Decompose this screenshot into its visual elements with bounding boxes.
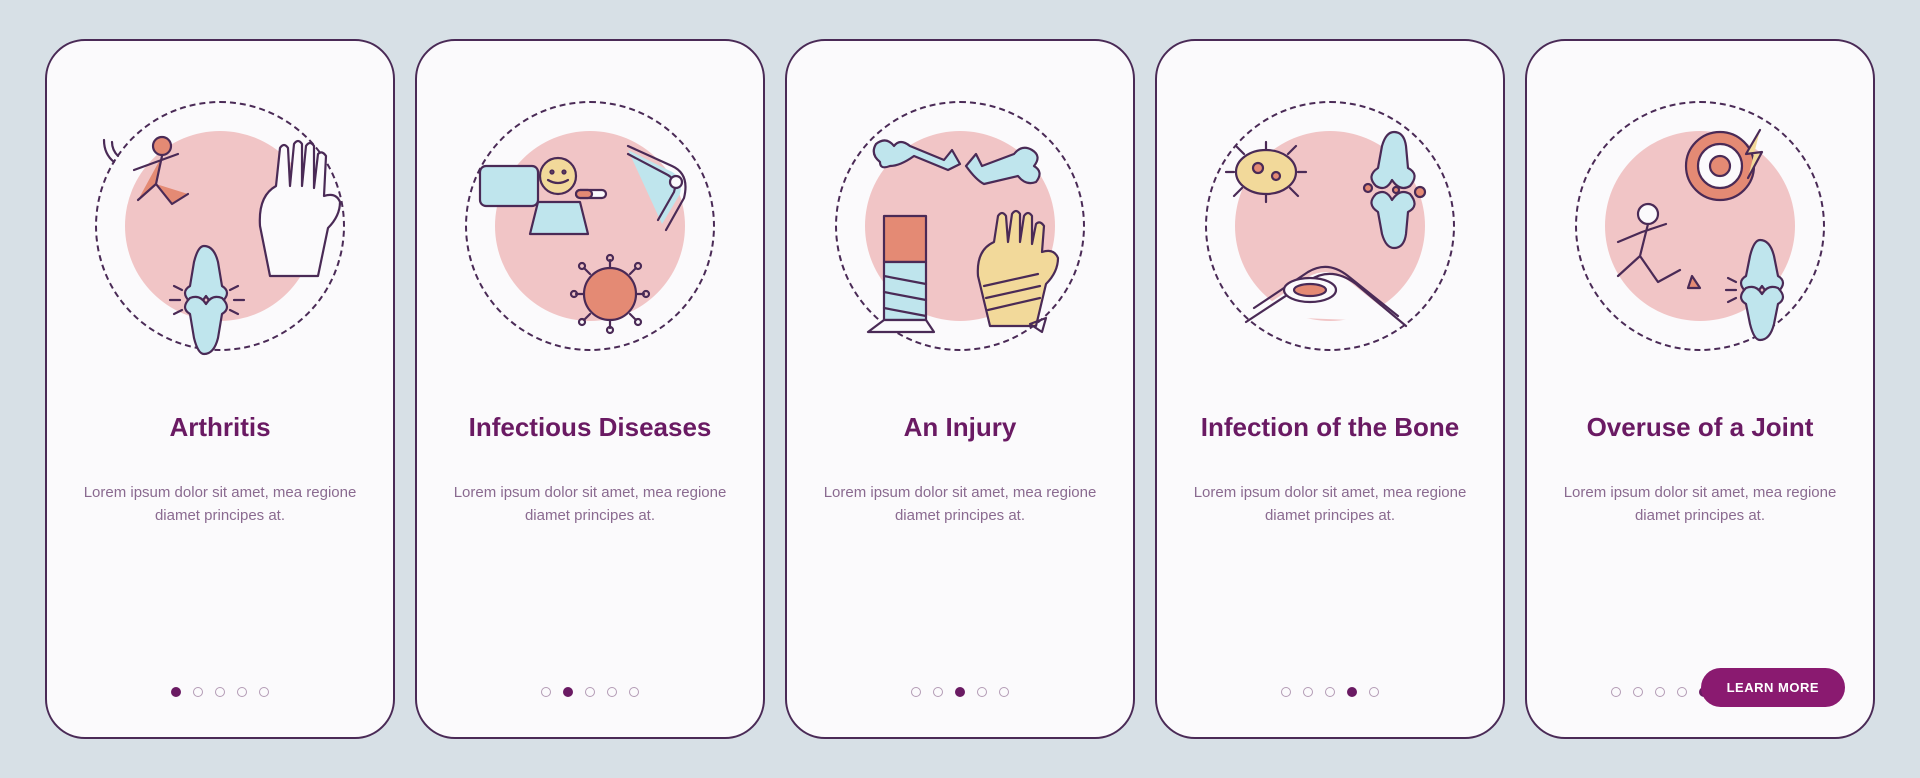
dot-3[interactable] — [215, 687, 225, 697]
dot-4[interactable] — [1347, 687, 1357, 697]
card-desc: Lorem ipsum dolor sit amet, mea regione … — [445, 481, 735, 528]
dot-2[interactable] — [1303, 687, 1313, 697]
onboarding-card-bone-infection: Infection of the Bone Lorem ipsum dolor … — [1155, 39, 1505, 739]
infectious-icon — [460, 96, 720, 356]
overuse-icon — [1570, 96, 1830, 356]
dot-2[interactable] — [193, 687, 203, 697]
progress-dots — [171, 687, 269, 697]
illustration-injury — [825, 91, 1095, 361]
dot-3[interactable] — [955, 687, 965, 697]
card-title: Infection of the Bone — [1191, 391, 1470, 463]
card-title: Arthritis — [159, 391, 280, 463]
dot-4[interactable] — [1677, 687, 1687, 697]
dot-2[interactable] — [563, 687, 573, 697]
dot-4[interactable] — [977, 687, 987, 697]
dot-5[interactable] — [259, 687, 269, 697]
dot-3[interactable] — [585, 687, 595, 697]
dot-2[interactable] — [1633, 687, 1643, 697]
dot-3[interactable] — [1325, 687, 1335, 697]
dot-1[interactable] — [1611, 687, 1621, 697]
progress-dots — [1281, 687, 1379, 697]
onboarding-card-infectious: Infectious Diseases Lorem ipsum dolor si… — [415, 39, 765, 739]
card-title: Overuse of a Joint — [1577, 391, 1824, 463]
arthritis-icon — [90, 96, 350, 356]
progress-dots — [911, 687, 1009, 697]
learn-more-button[interactable]: LEARN MORE — [1701, 668, 1845, 707]
card-desc: Lorem ipsum dolor sit amet, mea regione … — [1185, 481, 1475, 528]
injury-icon — [830, 96, 1090, 356]
card-desc: Lorem ipsum dolor sit amet, mea regione … — [75, 481, 365, 528]
onboarding-card-arthritis: Arthritis Lorem ipsum dolor sit amet, me… — [45, 39, 395, 739]
onboarding-card-injury: An Injury Lorem ipsum dolor sit amet, me… — [785, 39, 1135, 739]
dot-5[interactable] — [999, 687, 1009, 697]
progress-dots — [1611, 687, 1709, 697]
illustration-overuse — [1565, 91, 1835, 361]
dot-4[interactable] — [237, 687, 247, 697]
onboarding-card-overuse: Overuse of a Joint Lorem ipsum dolor sit… — [1525, 39, 1875, 739]
illustration-infectious — [455, 91, 725, 361]
dot-5[interactable] — [1369, 687, 1379, 697]
dot-1[interactable] — [541, 687, 551, 697]
dot-2[interactable] — [933, 687, 943, 697]
card-title: Infectious Diseases — [459, 391, 722, 463]
dot-3[interactable] — [1655, 687, 1665, 697]
dot-1[interactable] — [911, 687, 921, 697]
dot-5[interactable] — [629, 687, 639, 697]
illustration-arthritis — [85, 91, 355, 361]
dot-1[interactable] — [171, 687, 181, 697]
bone-infection-icon — [1200, 96, 1460, 356]
dot-4[interactable] — [607, 687, 617, 697]
dot-1[interactable] — [1281, 687, 1291, 697]
progress-dots — [541, 687, 639, 697]
illustration-bone-infection — [1195, 91, 1465, 361]
card-desc: Lorem ipsum dolor sit amet, mea regione … — [815, 481, 1105, 528]
card-desc: Lorem ipsum dolor sit amet, mea regione … — [1555, 481, 1845, 528]
card-title: An Injury — [894, 391, 1027, 463]
